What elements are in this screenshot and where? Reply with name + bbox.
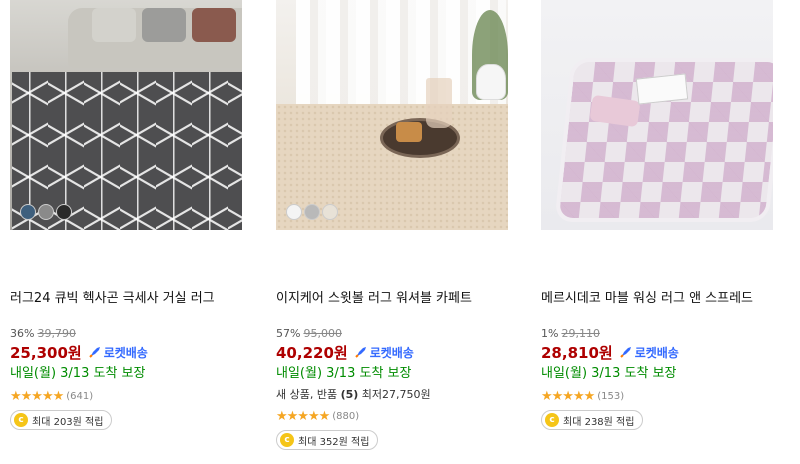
original-price: 39,790 (37, 327, 76, 340)
product-card[interactable]: 이지케어 스윗볼 러그 워셔블 카페트 57% 95,000 40,220원 로켓… (276, 0, 508, 450)
rating-row: ★★★★★ (153) (541, 385, 773, 407)
delivery-guarantee: 내일(월) 3/13 도착 보장 (10, 366, 146, 381)
other-sellers-info[interactable]: 새 상품, 반품 (5) 최저27,750원 (276, 385, 508, 405)
color-swatches (20, 204, 72, 220)
color-swatch[interactable] (286, 204, 302, 220)
delivery-guarantee: 내일(월) 3/13 도착 보장 (276, 366, 412, 381)
star-icon: ★★★★★ (10, 388, 64, 404)
star-icon: ★★★★★ (541, 388, 595, 404)
product-card[interactable]: 메르시데코 마블 워싱 러그 앤 스프레드 1% 29,110 28,810원 로… (541, 0, 773, 430)
discount-rate: 1% (541, 327, 559, 340)
reward-badge: c 최대 352원 적립 (276, 430, 379, 450)
discount-row: 57% 95,000 (276, 326, 508, 341)
review-count: (880) (332, 410, 360, 422)
coin-icon: c (14, 413, 28, 427)
product-title[interactable]: 러그24 큐빅 헥사곤 극세사 거실 러그 (10, 290, 242, 326)
coin-icon: c (545, 413, 559, 427)
coin-icon: c (280, 433, 294, 447)
discount-rate: 36% (10, 327, 35, 340)
sale-price: 40,220원 (276, 343, 348, 362)
reward-text: 최대 352원 적립 (298, 436, 370, 448)
product-title[interactable]: 메르시데코 마블 워싱 러그 앤 스프레드 (541, 290, 773, 326)
rocket-delivery-badge: 로켓배송 (619, 344, 679, 361)
original-price: 29,110 (561, 327, 600, 340)
price-row: 25,300원 로켓배송 (10, 341, 242, 363)
color-swatch[interactable] (56, 204, 72, 220)
reward-badge: c 최대 238원 적립 (541, 410, 644, 430)
rocket-label: 로켓배송 (634, 345, 679, 360)
book-decor (635, 73, 689, 105)
discount-rate: 57% (276, 327, 301, 340)
product-card[interactable]: 러그24 큐빅 헥사곤 극세사 거실 러그 36% 39,790 25,300원 … (10, 0, 242, 430)
rating-row: ★★★★★ (880) (276, 405, 508, 427)
rocket-icon (619, 347, 631, 358)
color-swatch[interactable] (322, 204, 338, 220)
reward-text: 최대 203원 적립 (32, 416, 104, 428)
rating-row: ★★★★★ (641) (10, 385, 242, 407)
color-swatch[interactable] (304, 204, 320, 220)
rocket-icon (88, 347, 100, 358)
product-image[interactable] (10, 0, 242, 230)
color-swatch[interactable] (20, 204, 36, 220)
rocket-icon (354, 347, 366, 358)
sale-price: 28,810원 (541, 343, 613, 362)
other-sellers-count: (5) (340, 388, 359, 401)
star-icon: ★★★★★ (276, 408, 330, 424)
color-swatches (286, 204, 338, 220)
product-image[interactable] (276, 0, 508, 230)
sale-price: 25,300원 (10, 343, 82, 362)
original-price: 95,000 (303, 327, 342, 340)
product-title[interactable]: 이지케어 스윗볼 러그 워셔블 카페트 (276, 290, 508, 326)
reward-text: 최대 238원 적립 (563, 416, 635, 428)
product-image[interactable] (541, 0, 773, 230)
sofa-decor (68, 8, 242, 68)
review-count: (153) (597, 390, 625, 402)
waffle-decor (396, 122, 422, 142)
rocket-label: 로켓배송 (103, 345, 148, 360)
price-row: 40,220원 로켓배송 (276, 341, 508, 363)
cup-decor (426, 78, 452, 128)
delivery-guarantee: 내일(월) 3/13 도착 보장 (541, 366, 677, 381)
vase-decor (476, 64, 506, 100)
discount-row: 36% 39,790 (10, 326, 242, 341)
other-sellers-lowest: 최저27,750원 (358, 388, 431, 401)
rocket-delivery-badge: 로켓배송 (354, 344, 414, 361)
rocket-delivery-badge: 로켓배송 (88, 344, 148, 361)
price-row: 28,810원 로켓배송 (541, 341, 773, 363)
color-swatch[interactable] (38, 204, 54, 220)
discount-row: 1% 29,110 (541, 326, 773, 341)
review-count: (641) (66, 390, 94, 402)
other-sellers-prefix: 새 상품, 반품 (276, 388, 341, 401)
reward-badge: c 최대 203원 적립 (10, 410, 113, 430)
rocket-label: 로켓배송 (369, 345, 414, 360)
